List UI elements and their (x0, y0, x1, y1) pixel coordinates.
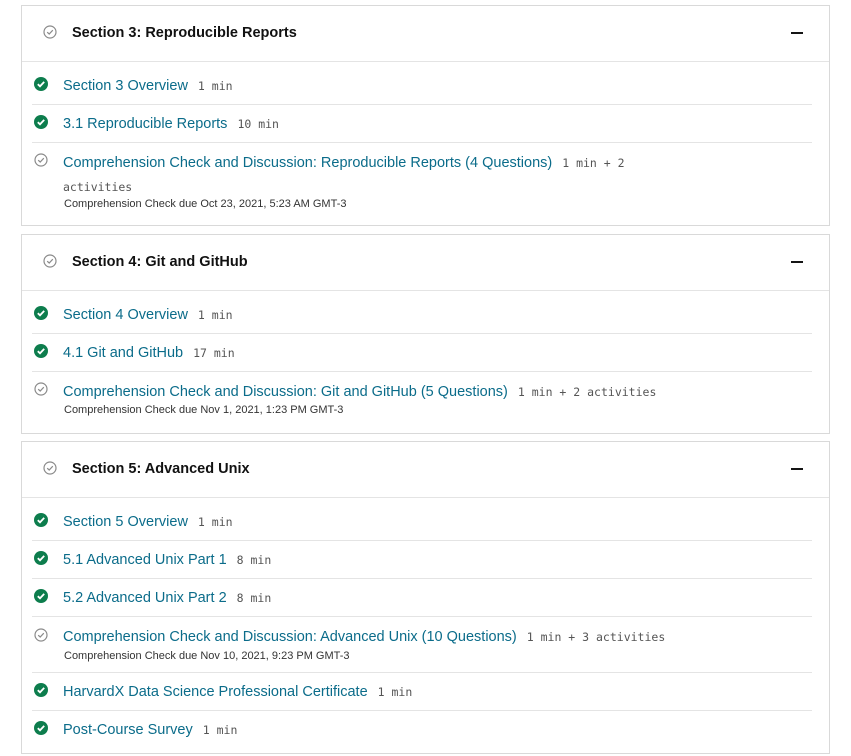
list-item: Section 4 Overview 1 min (32, 295, 812, 334)
item-duration: 1 min (197, 308, 233, 322)
due-date: Comprehension Check due Nov 10, 2021, 9:… (64, 650, 350, 662)
check-circle-filled-icon (34, 589, 48, 603)
item-link[interactable]: Comprehension Check and Discussion: Adva… (63, 629, 517, 645)
item-link[interactable]: Section 4 Overview (63, 307, 188, 323)
item-duration: 8 min (236, 591, 272, 605)
item-link[interactable]: 4.1 Git and GitHub (63, 345, 183, 361)
item-duration: 1 min + 3 activities (526, 630, 666, 644)
item-duration: 17 min (193, 346, 235, 360)
section-3: Section 3: Reproducible Reports Section … (21, 5, 830, 226)
list-item: Comprehension Check and Discussion: Git … (32, 372, 812, 432)
item-duration: 1 min + 2 activities (517, 385, 657, 399)
section-header[interactable]: Section 3: Reproducible Reports (22, 6, 829, 62)
list-item: Comprehension Check and Discussion: Repr… (32, 143, 812, 223)
item-duration: 8 min (236, 553, 272, 567)
check-circle-filled-icon (34, 344, 48, 358)
section-title: Section 5: Advanced Unix (72, 461, 250, 477)
section-title: Section 3: Reproducible Reports (72, 25, 297, 41)
minus-icon[interactable] (791, 32, 803, 34)
item-link[interactable]: 5.2 Advanced Unix Part 2 (63, 590, 227, 606)
list-item: Section 3 Overview 1 min (32, 66, 812, 105)
item-link[interactable]: 3.1 Reproducible Reports (63, 116, 227, 132)
list-item: 5.2 Advanced Unix Part 2 8 min (32, 579, 812, 617)
list-item: 3.1 Reproducible Reports 10 min (32, 105, 812, 143)
due-date: Comprehension Check due Oct 23, 2021, 5:… (64, 198, 347, 210)
minus-icon[interactable] (791, 261, 803, 263)
item-duration: 1 min (197, 515, 233, 529)
check-circle-filled-icon (34, 77, 48, 91)
list-item: 4.1 Git and GitHub 17 min (32, 334, 812, 372)
item-link[interactable]: Post-Course Survey (63, 722, 193, 738)
list-item: Post-Course Survey 1 min (32, 711, 812, 749)
check-circle-filled-icon (34, 721, 48, 735)
section-4: Section 4: Git and GitHub Section 4 Over… (21, 234, 830, 434)
section-5: Section 5: Advanced Unix Section 5 Overv… (21, 441, 830, 754)
section-header[interactable]: Section 5: Advanced Unix (22, 442, 829, 498)
item-duration: 1 min (197, 79, 233, 93)
item-link[interactable]: HarvardX Data Science Professional Certi… (63, 684, 368, 700)
check-circle-filled-icon (34, 115, 48, 129)
check-circle-outline-icon (34, 628, 48, 642)
check-circle-filled-icon (34, 551, 48, 565)
list-item: 5.1 Advanced Unix Part 1 8 min (32, 541, 812, 579)
section-title: Section 4: Git and GitHub (72, 254, 248, 270)
item-link[interactable]: Comprehension Check and Discussion: Repr… (63, 155, 552, 171)
item-link[interactable]: Comprehension Check and Discussion: Git … (63, 384, 508, 400)
item-duration-continued: activities (63, 180, 133, 194)
item-duration: 1 min (377, 685, 413, 699)
check-circle-filled-icon (34, 683, 48, 697)
check-circle-outline-icon (34, 382, 48, 396)
check-circle-outline-icon (43, 461, 57, 475)
section-header[interactable]: Section 4: Git and GitHub (22, 235, 829, 291)
check-circle-outline-icon (43, 25, 57, 39)
check-circle-outline-icon (43, 254, 57, 268)
list-item: Section 5 Overview 1 min (32, 502, 812, 541)
item-duration: 1 min (202, 723, 238, 737)
item-duration: 1 min + 2 (562, 156, 625, 170)
item-link[interactable]: Section 5 Overview (63, 514, 188, 530)
check-circle-filled-icon (34, 306, 48, 320)
item-link[interactable]: 5.1 Advanced Unix Part 1 (63, 552, 227, 568)
item-link[interactable]: Section 3 Overview (63, 78, 188, 94)
list-item: HarvardX Data Science Professional Certi… (32, 673, 812, 711)
item-duration: 10 min (237, 117, 279, 131)
minus-icon[interactable] (791, 468, 803, 470)
due-date: Comprehension Check due Nov 1, 2021, 1:2… (64, 404, 344, 416)
check-circle-outline-icon (34, 153, 48, 167)
check-circle-filled-icon (34, 513, 48, 527)
list-item: Comprehension Check and Discussion: Adva… (32, 617, 812, 673)
